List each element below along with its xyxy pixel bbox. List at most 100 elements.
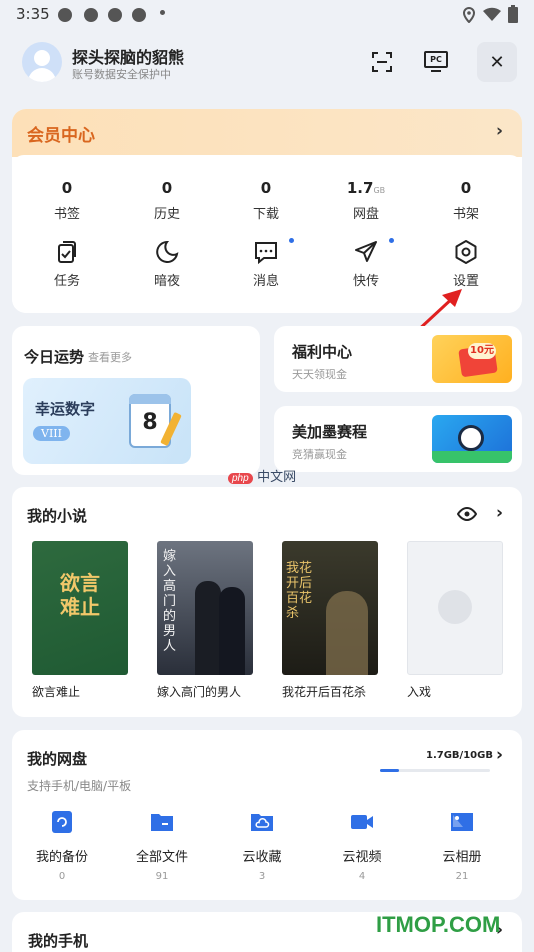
moon-icon — [156, 240, 179, 263]
eye-icon[interactable] — [457, 507, 477, 521]
book-cover-title: 嫁入高门的男人 — [163, 549, 177, 654]
more-notifications-dot — [160, 10, 165, 15]
battery-icon — [508, 5, 518, 23]
cloud-folder-icon — [251, 814, 273, 831]
fortune-card[interactable]: 今日运势 查看更多 幸运数字 VIII 8 — [12, 326, 260, 475]
book-cover[interactable]: 欲言难止 — [32, 541, 128, 675]
tool-quick-send[interactable]: 快传 — [316, 239, 416, 289]
album-icon — [451, 813, 473, 831]
folder-icon — [151, 814, 173, 831]
stat-value: 1.7 — [346, 179, 374, 197]
stat-value: 0 — [161, 179, 173, 197]
tool-messages[interactable]: 消息 — [216, 239, 316, 289]
stat-bookmarks[interactable]: 0 书签 — [17, 179, 117, 222]
stat-bookshelf[interactable]: 0 书架 — [416, 179, 516, 222]
tool-label: 任务 — [53, 274, 80, 289]
placeholder-icon — [438, 590, 472, 624]
member-center-header[interactable]: 会员中心 › — [12, 109, 522, 157]
lucky-number-card[interactable]: 幸运数字 VIII 8 — [23, 378, 191, 464]
calendar-icon: 8 — [127, 390, 182, 450]
welfare-title: 福利中心 — [292, 343, 353, 361]
stat-label: 书签 — [53, 207, 80, 222]
phone-title: 我的手机 — [28, 932, 89, 950]
football-image — [432, 415, 512, 463]
message-icon — [255, 242, 277, 265]
stat-unit: GB — [373, 186, 386, 195]
tool-label: 消息 — [252, 274, 279, 289]
disk-item-label: 云视频 — [342, 850, 382, 865]
scan-icon — [372, 52, 392, 72]
settings-icon — [455, 240, 477, 264]
disk-item-label: 我的备份 — [35, 850, 88, 865]
stat-label: 书架 — [452, 207, 479, 222]
disk-item-cloud-video[interactable]: 云视频 4 — [312, 810, 412, 882]
status-bar: 3:35 — [0, 0, 534, 30]
account-security-text: 账号数据安全保护中 — [72, 68, 171, 81]
book-cover-placeholder[interactable] — [407, 541, 503, 675]
book-cover-title: 我花开后百花杀 — [286, 561, 313, 621]
tool-label: 暗夜 — [153, 274, 180, 289]
stat-label: 网盘 — [352, 207, 379, 222]
avatar[interactable] — [22, 42, 62, 82]
disk-item-cloud-collection[interactable]: 云收藏 3 — [212, 810, 312, 882]
close-button[interactable]: ✕ — [477, 42, 517, 82]
task-icon — [58, 241, 76, 263]
scan-button[interactable] — [364, 44, 400, 80]
tool-settings[interactable]: 设置 — [416, 239, 516, 289]
backup-icon — [52, 811, 72, 833]
app-notification-icon — [132, 8, 146, 22]
match-schedule-card[interactable]: 美加墨赛程 竞猜赢现金 — [274, 406, 522, 472]
cash-badge: 10元 — [468, 343, 496, 359]
disk-item-backup[interactable]: 我的备份 0 — [12, 810, 112, 882]
stat-downloads[interactable]: 0 下载 — [216, 179, 316, 222]
disk-item-count: 21 — [455, 871, 469, 882]
avatar-body — [28, 68, 56, 82]
stat-history[interactable]: 0 历史 — [117, 179, 217, 222]
pc-icon: PC — [424, 51, 448, 73]
stat-cloud-disk[interactable]: 1.7GB 网盘 — [316, 179, 416, 222]
disk-usage-fill — [380, 769, 399, 772]
chevron-right-icon[interactable]: › — [496, 503, 503, 523]
user-name[interactable]: 探头探脑的貂熊 — [72, 44, 184, 68]
lucky-number-badge: VIII — [33, 426, 70, 441]
my-novels-card: 我的小说 › 欲言难止 欲言难止 嫁入高门的男人 嫁入高门的男人 我花开后百花杀… — [12, 487, 522, 717]
book-cover[interactable]: 嫁入高门的男人 — [157, 541, 253, 675]
video-icon — [351, 815, 373, 829]
disk-usage-bar — [380, 769, 490, 772]
status-time: 3:35 — [16, 5, 50, 23]
book-title[interactable]: 我花开后百花杀 — [282, 683, 366, 700]
book-title[interactable]: 入戏 — [407, 683, 431, 700]
send-icon — [355, 241, 377, 262]
chevron-right-icon: › — [496, 121, 504, 141]
php-logo: php — [228, 473, 253, 484]
pc-button[interactable]: PC — [418, 44, 454, 80]
disk-item-label: 全部文件 — [135, 850, 188, 865]
match-title: 美加墨赛程 — [292, 423, 368, 441]
stat-value: 0 — [460, 179, 472, 197]
app-notification-icon — [108, 8, 122, 22]
tool-task[interactable]: 任务 — [17, 239, 117, 289]
match-subtitle: 竞猜赢现金 — [292, 448, 347, 461]
my-cloud-disk-card: 我的网盘 1.7GB/10GB › 支持手机/电脑/平板 我的备份 0 全部文件… — [12, 730, 522, 900]
php-watermark: php 中文网 — [228, 466, 296, 486]
welfare-center-card[interactable]: 福利中心 天天领现金 10元 — [274, 326, 522, 392]
disk-item-count: 3 — [258, 871, 266, 882]
stat-label: 历史 — [153, 207, 180, 222]
avatar-head — [34, 50, 50, 66]
fortune-title: 今日运势 — [24, 348, 85, 366]
fortune-more-link[interactable]: 查看更多 — [88, 349, 132, 365]
pc-label: PC — [424, 51, 448, 68]
book-cover[interactable]: 我花开后百花杀 — [282, 541, 378, 675]
weibo-icon — [58, 8, 72, 22]
disk-item-cloud-album[interactable]: 云相册 21 — [412, 810, 512, 882]
book-title[interactable]: 欲言难止 — [32, 683, 80, 700]
stat-value: 0 — [61, 179, 73, 197]
welfare-subtitle: 天天领现金 — [292, 368, 347, 381]
disk-item-all-files[interactable]: 全部文件 91 — [112, 810, 212, 882]
location-icon — [462, 7, 476, 23]
disk-item-count: 0 — [58, 871, 66, 882]
disk-item-count: 4 — [358, 871, 366, 882]
tool-night-mode[interactable]: 暗夜 — [117, 239, 217, 289]
chevron-right-icon[interactable]: › — [496, 745, 503, 765]
book-title[interactable]: 嫁入高门的男人 — [157, 683, 241, 700]
